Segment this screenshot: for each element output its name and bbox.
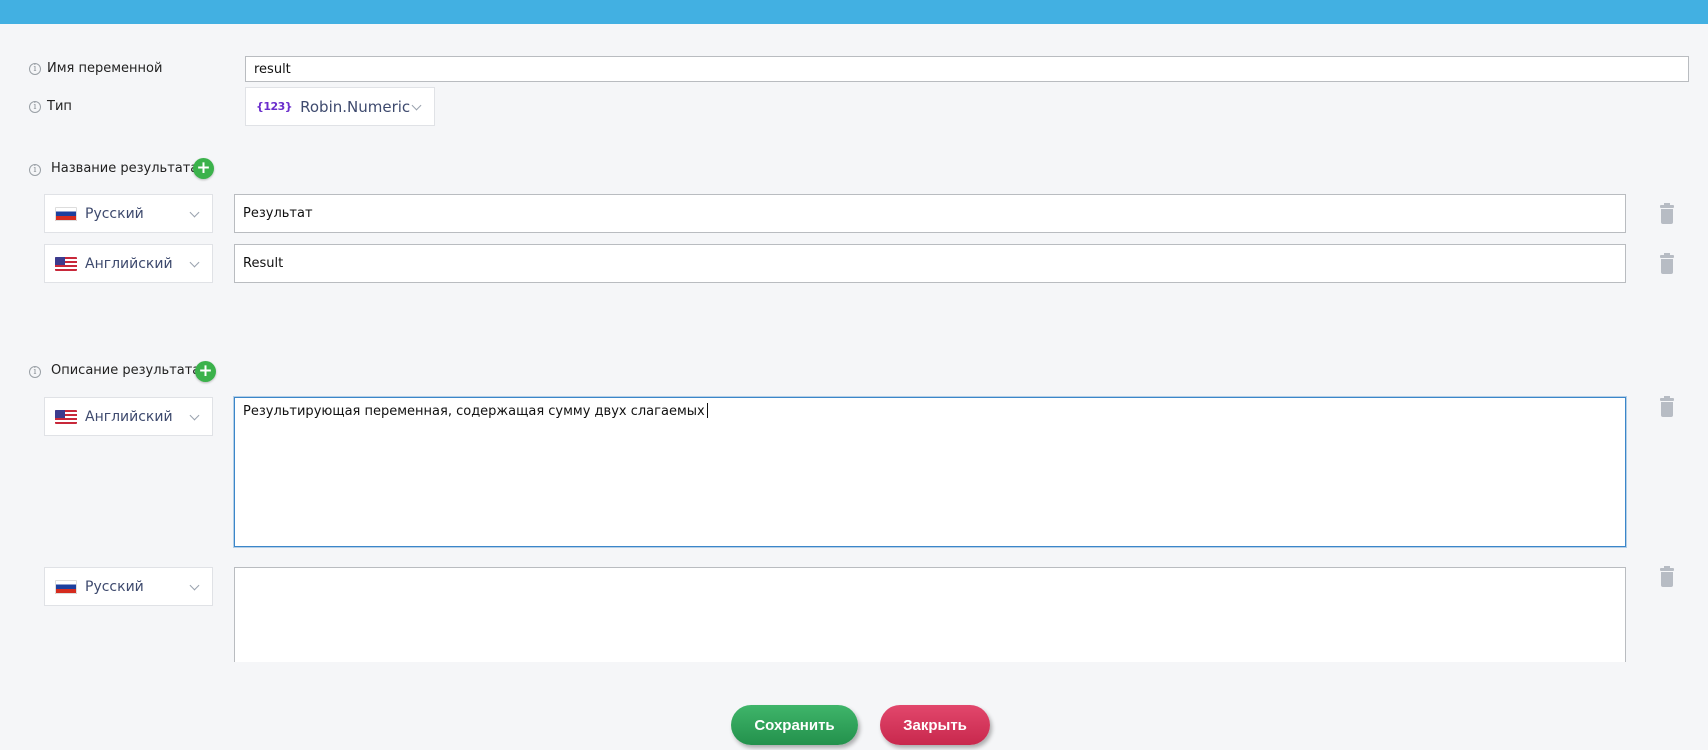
variable-name-label: Имя переменной [47, 61, 163, 76]
textarea-value: Результирующая переменная, содержащая су… [243, 404, 705, 419]
type-select-value: Robin.Numeric [300, 97, 411, 116]
delete-icon[interactable] [1658, 203, 1676, 225]
delete-icon[interactable] [1658, 566, 1676, 588]
result-name-lang-select-ru[interactable]: Русский [44, 194, 213, 233]
result-description-textarea-en[interactable]: Результирующая переменная, содержащая су… [234, 397, 1626, 547]
chevron-down-icon [189, 207, 200, 218]
result-name-input-en[interactable]: Result [234, 244, 1626, 283]
delete-icon[interactable] [1658, 253, 1676, 275]
numeric-type-icon: {123} [256, 100, 293, 113]
result-name-lang-select-en[interactable]: Английский [44, 244, 213, 283]
usa-flag-icon [55, 256, 77, 271]
chevron-down-icon [189, 580, 200, 591]
result-description-label: Описание результата [51, 363, 201, 378]
top-bar [0, 0, 1708, 24]
chevron-down-icon [411, 100, 422, 111]
chevron-down-icon [189, 257, 200, 268]
usa-flag-icon [55, 409, 77, 424]
russia-flag-icon [55, 579, 77, 594]
result-description-lang-select-en[interactable]: Английский [44, 397, 213, 436]
type-select[interactable]: {123} Robin.Numeric [245, 87, 435, 126]
add-result-description-button[interactable]: + [195, 361, 216, 382]
save-button[interactable]: Сохранить [731, 705, 858, 745]
result-name-input-ru[interactable]: Результат [234, 194, 1626, 233]
result-name-label: Название результата [51, 161, 199, 176]
lang-select-value: Русский [85, 205, 144, 222]
delete-icon[interactable] [1658, 396, 1676, 418]
lang-select-value: Английский [85, 408, 173, 425]
result-description-textarea-ru[interactable] [234, 567, 1626, 662]
add-result-name-button[interactable]: + [193, 158, 214, 179]
lang-select-value: Русский [85, 578, 144, 595]
russia-flag-icon [55, 206, 77, 221]
result-description-lang-select-ru[interactable]: Русский [44, 567, 213, 606]
info-icon[interactable]: i [29, 366, 41, 378]
text-caret [706, 403, 708, 418]
lang-select-value: Английский [85, 255, 173, 272]
info-icon[interactable]: i [29, 101, 41, 113]
variable-name-input[interactable]: result [245, 56, 1689, 82]
info-icon[interactable]: i [29, 164, 41, 176]
type-label: Тип [47, 99, 72, 114]
chevron-down-icon [189, 410, 200, 421]
close-button[interactable]: Закрыть [880, 705, 990, 745]
info-icon[interactable]: i [29, 63, 41, 75]
